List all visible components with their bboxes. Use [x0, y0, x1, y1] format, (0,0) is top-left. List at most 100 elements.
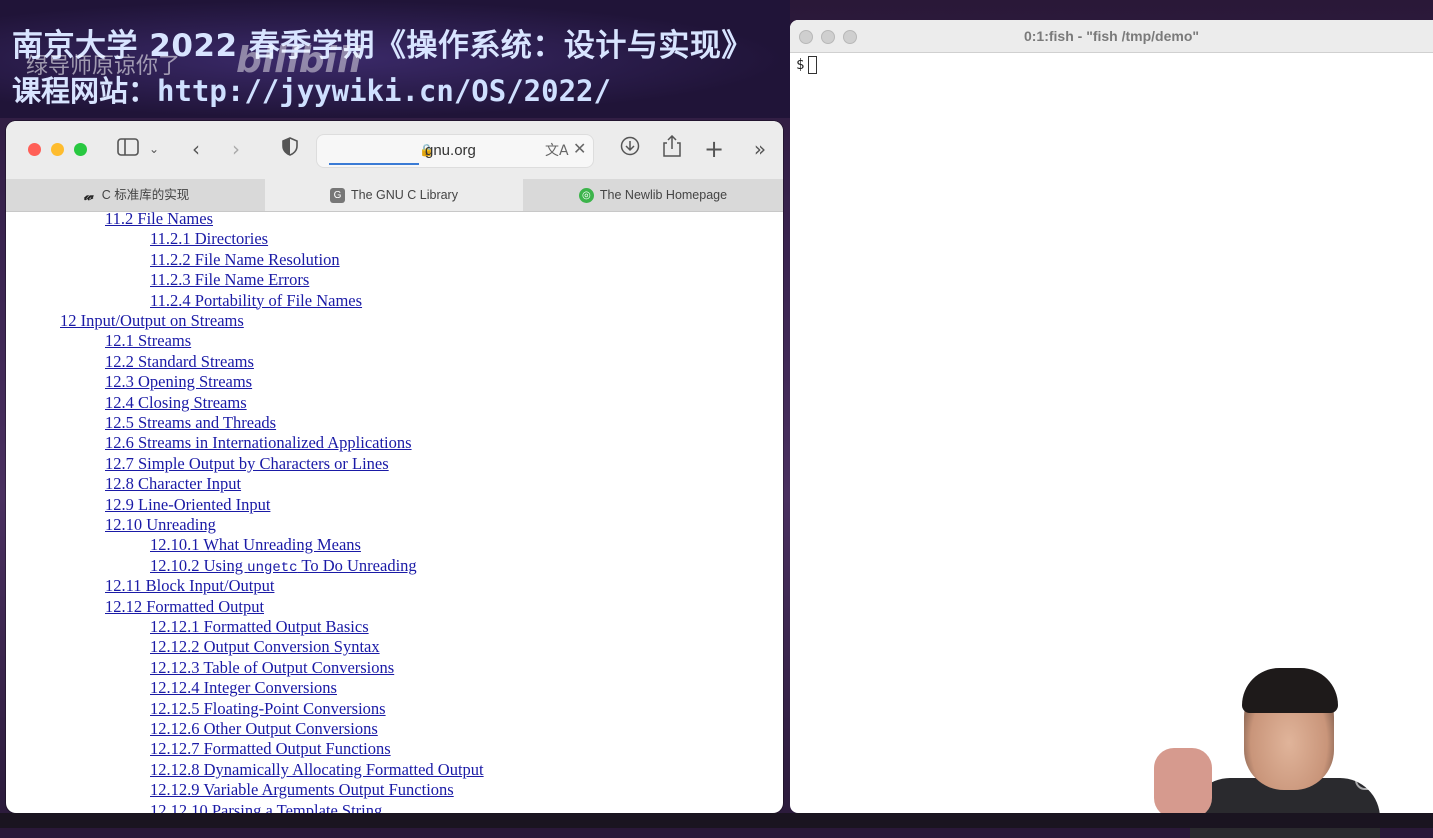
- toc-link-text: 12.12.10 Parsing a Template String: [150, 800, 383, 813]
- toc-link-text: 12.12.9 Variable Arguments Output Functi…: [150, 780, 454, 800]
- toc-link[interactable]: 11.2.2 File Name Resolution: [150, 250, 340, 269]
- toc-link-text: 11.2 File Names: [105, 212, 213, 228]
- toc-entry: 12.4 Closing Streams: [105, 393, 247, 413]
- toc-link[interactable]: 11.2.1 Directories: [150, 229, 268, 248]
- webcam-overlay: [1150, 668, 1380, 838]
- toc-link[interactable]: 12.12.3 Table of Output Conversions: [150, 658, 394, 677]
- toc-link[interactable]: 12.4 Closing Streams: [105, 393, 247, 412]
- toc-link-text: 12.7 Simple Output by Characters or Line…: [105, 453, 389, 473]
- toc-link[interactable]: 11.2.3 File Name Errors: [150, 270, 309, 289]
- toc-link[interactable]: 12.12.4 Integer Conversions: [150, 678, 337, 697]
- toc-entry: 12.12 Formatted Output: [105, 597, 264, 617]
- toc-entry: 12.10.1 What Unreading Means: [150, 535, 361, 555]
- toc-link-text: 12.1 Streams: [105, 331, 192, 351]
- toc-link-text: To Do Unreading: [297, 555, 417, 575]
- toc-entry: 12.6 Streams in Internationalized Applic…: [105, 433, 412, 453]
- toc-link[interactable]: 12.12.5 Floating-Point Conversions: [150, 699, 386, 718]
- course-website: 课程网站：http://jyywiki.cn/OS/2022/: [12, 68, 611, 110]
- toc-link[interactable]: 12.12.1 Formatted Output Basics: [150, 617, 369, 636]
- toc-link-text: 12.12.7 Formatted Output Functions: [150, 739, 391, 759]
- toc-entry: 11.2.2 File Name Resolution: [150, 250, 340, 270]
- toc-entry: 12.10.2 Using ungetc To Do Unreading: [150, 556, 417, 576]
- toc-entry: 12.12.1 Formatted Output Basics: [150, 617, 369, 637]
- toc-link[interactable]: 12.11 Block Input/Output: [105, 576, 274, 595]
- toc-link-text: 12.12.3 Table of Output Conversions: [150, 657, 395, 677]
- toc-link[interactable]: 12.10.1 What Unreading Means: [150, 535, 361, 554]
- newlib-icon: ◎: [578, 188, 594, 204]
- more-tabs-icon[interactable]: »: [748, 135, 772, 163]
- tab-bar: 𝓌 C 标准库的实现 G The GNU C Library ◎ The Newlib…: [6, 179, 783, 212]
- downloads-icon[interactable]: [618, 135, 642, 163]
- toc-link[interactable]: 12.2 Standard Streams: [105, 352, 254, 371]
- minimize-window-button[interactable]: [51, 143, 64, 156]
- stop-loading-icon[interactable]: ✕: [573, 139, 586, 158]
- video-banner: 南京大学 2022 春季学期《操作系统：设计与实现》 绿导师原谅你了 bilib…: [0, 0, 790, 118]
- toc-entry: 12.12.6 Other Output Conversions: [150, 719, 378, 739]
- toc-link[interactable]: 12.3 Opening Streams: [105, 372, 252, 391]
- translate-icon[interactable]: 文A: [545, 140, 569, 160]
- toc-link[interactable]: 12.10.2 Using ungetc To Do Unreading: [150, 555, 417, 576]
- tab-label: The GNU C Library: [351, 188, 458, 202]
- toc-link[interactable]: 12.9 Line-Oriented Input: [105, 495, 270, 514]
- toc-link-text: 12.12.5 Floating-Point Conversions: [150, 698, 386, 718]
- toc-link[interactable]: 12.8 Character Input: [105, 474, 241, 493]
- toc-entry: 11.2.4 Portability of File Names: [150, 291, 362, 311]
- toc-link[interactable]: 12.12.7 Formatted Output Functions: [150, 739, 391, 758]
- sidebar-icon[interactable]: [114, 135, 142, 163]
- toc-entry: 12.12.4 Integer Conversions: [150, 678, 337, 698]
- bottom-strip: [0, 813, 1433, 828]
- tab-c-stdlib[interactable]: 𝓌 C 标准库的实现: [6, 179, 264, 211]
- toc-link[interactable]: 11.2.4 Portability of File Names: [150, 291, 362, 310]
- back-button[interactable]: ‹: [184, 135, 208, 163]
- toc-link[interactable]: 12.10 Unreading: [105, 515, 216, 534]
- toc-link[interactable]: 12.12.9 Variable Arguments Output Functi…: [150, 780, 454, 799]
- toc-link-text: 12.12.6 Other Output Conversions: [150, 719, 378, 738]
- privacy-shield-icon[interactable]: [278, 135, 302, 163]
- tab-newlib[interactable]: ◎ The Newlib Homepage: [524, 179, 782, 211]
- toc-link[interactable]: 12.7 Simple Output by Characters or Line…: [105, 454, 389, 473]
- toc-link-text: 12.11 Block Input/Output: [105, 576, 275, 596]
- toc-link[interactable]: 12.5 Streams and Threads: [105, 413, 276, 432]
- forward-button[interactable]: ›: [224, 135, 248, 163]
- w-icon: 𝓌: [83, 188, 93, 204]
- toc-link-text: 12.9 Line-Oriented Input: [105, 494, 271, 514]
- close-window-button[interactable]: [28, 143, 41, 156]
- tab-gnu-c-library[interactable]: G The GNU C Library: [265, 179, 523, 211]
- toc-link-text: 11.2.1 Directories: [150, 229, 269, 249]
- share-icon[interactable]: [660, 134, 684, 163]
- toc-link[interactable]: 11.2 File Names: [105, 212, 213, 228]
- terminal-body[interactable]: $: [796, 56, 818, 74]
- play-icon[interactable]: ▷: [1355, 740, 1413, 790]
- toc-link[interactable]: 12.12.8 Dynamically Allocating Formatted…: [150, 760, 484, 779]
- toc-link[interactable]: 12.12.2 Output Conversion Syntax: [150, 637, 380, 656]
- toc-entry: 12.3 Opening Streams: [105, 372, 252, 392]
- safari-window: ⌄ ‹ › 🔒 gnu.org 文A ✕ + » 𝓌 C 标准库的实现 G The …: [6, 121, 783, 813]
- toc-link-text: 12.3 Opening Streams: [105, 372, 253, 392]
- toc-entry: 12.1 Streams: [105, 331, 191, 351]
- toc-link-text: 12.10.1 What Unreading Means: [150, 535, 361, 555]
- terminal-title: 0:1:fish - "fish /tmp/demo": [1023, 28, 1200, 44]
- toc-entry: 12.12.8 Dynamically Allocating Formatted…: [150, 760, 484, 780]
- toc-link[interactable]: 12 Input/Output on Streams: [60, 311, 244, 330]
- toc-link[interactable]: 12.12.6 Other Output Conversions: [150, 719, 378, 738]
- toc-entry: 11.2.3 File Name Errors: [150, 270, 309, 290]
- toc-entry: 12.9 Line-Oriented Input: [105, 495, 270, 515]
- toc-entry: 12.5 Streams and Threads: [105, 413, 276, 433]
- shell-prompt: $: [796, 57, 805, 73]
- toc-link[interactable]: 12.12.10 Parsing a Template String: [150, 801, 382, 813]
- chevron-down-icon[interactable]: ⌄: [146, 135, 162, 163]
- toc-link[interactable]: 12.6 Streams in Internationalized Applic…: [105, 433, 412, 452]
- toc-link-text: 12.10 Unreading: [105, 515, 216, 534]
- url-text: gnu.org: [425, 142, 476, 159]
- toc-link-text: 12 Input/Output on Streams: [60, 311, 244, 330]
- toc-link[interactable]: 12.1 Streams: [105, 331, 191, 350]
- toc-link[interactable]: 12.12 Formatted Output: [105, 597, 264, 616]
- terminal-cursor: [808, 56, 818, 74]
- address-bar[interactable]: 🔒 gnu.org 文A ✕: [316, 134, 594, 168]
- toc-entry: 11.2.1 Directories: [150, 229, 268, 249]
- zoom-window-button[interactable]: [74, 143, 87, 156]
- toc-entry: 12.12.5 Floating-Point Conversions: [150, 699, 386, 719]
- tab-label: C 标准库的实现: [101, 188, 190, 202]
- new-tab-icon[interactable]: +: [702, 135, 726, 163]
- toc-entry: 12 Input/Output on Streams: [60, 311, 244, 331]
